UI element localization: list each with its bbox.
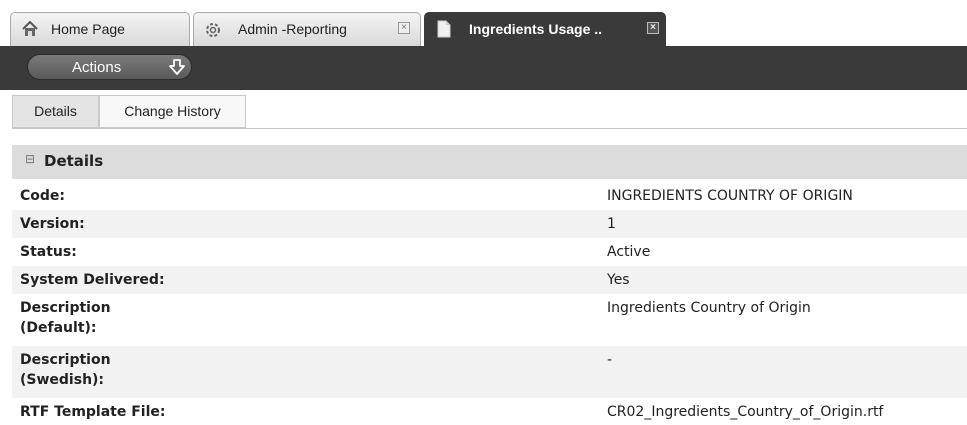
subtab-bar: Details Change History (12, 95, 967, 129)
close-icon[interactable]: × (647, 22, 659, 34)
field-label: RTF Template File: (20, 404, 166, 420)
tab-label: Home Page (51, 21, 125, 37)
gear-icon (204, 19, 222, 39)
detail-row-status: Status: Active (12, 238, 967, 266)
tab-home-page[interactable]: Home Page (10, 12, 190, 46)
field-label-line: Description (20, 300, 111, 316)
actions-label: Actions (72, 59, 122, 76)
section-title: Details (44, 152, 104, 170)
collapse-icon[interactable]: ⊟ (25, 153, 35, 165)
field-label-line: (Swedish): (20, 372, 105, 388)
tab-label: Admin -Reporting (238, 21, 347, 37)
field-label: Description (Default): (20, 298, 111, 338)
field-value: Yes (607, 272, 630, 288)
detail-row-code: Code: INGREDIENTS COUNTRY OF ORIGIN (12, 182, 967, 210)
field-label: Version: (20, 216, 85, 232)
tab-ingredients-usage[interactable]: Ingredients Usage .. × (424, 12, 666, 46)
section-header-details[interactable]: ⊟ Details (12, 145, 967, 179)
detail-row-system-delivered: System Delivered: Yes (12, 266, 967, 294)
field-value: INGREDIENTS COUNTRY OF ORIGIN (607, 188, 853, 204)
tab-change-history[interactable]: Change History (99, 95, 246, 128)
field-label: Code: (20, 188, 66, 204)
document-icon (435, 19, 453, 39)
detail-row-version: Version: 1 (12, 210, 967, 238)
detail-row-description-swedish: Description (Swedish): - (12, 346, 967, 398)
tab-label: Ingredients Usage .. (469, 21, 603, 37)
arrow-down-icon (168, 58, 186, 76)
field-value: CR02_Ingredients_Country_of_Origin.rtf (607, 404, 884, 420)
tab-details[interactable]: Details (12, 95, 99, 128)
field-label-line: Description (20, 352, 111, 368)
field-label: Description (Swedish): (20, 350, 111, 390)
field-label: System Delivered: (20, 272, 165, 288)
tab-admin-reporting[interactable]: Admin -Reporting × (193, 12, 421, 46)
detail-row-rtf-template-file: RTF Template File: CR02_Ingredients_Coun… (12, 398, 967, 425)
actions-button[interactable]: Actions (27, 54, 192, 80)
field-label-line: (Default): (20, 320, 97, 336)
field-value: - (607, 352, 613, 368)
field-value: Active (607, 244, 651, 260)
detail-row-description-default: Description (Default): Ingredients Countr… (12, 294, 967, 346)
field-value: Ingredients Country of Origin (607, 300, 811, 316)
home-icon (21, 19, 39, 39)
action-bar: Actions (0, 46, 967, 90)
field-label: Status: (20, 244, 77, 260)
field-value: 1 (607, 216, 616, 232)
tab-bar: Home Page Admin -Reporting × Ingredients… (0, 0, 967, 46)
close-icon[interactable]: × (398, 22, 410, 34)
